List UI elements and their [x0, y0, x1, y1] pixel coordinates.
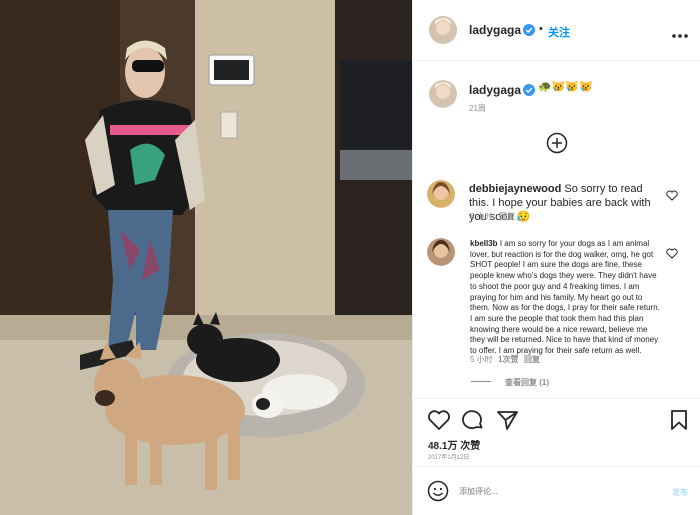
view-replies-button[interactable]: 查看回复 (1) — [505, 377, 549, 388]
comment-likes-count: 1次赞 — [498, 355, 519, 364]
comment-icon[interactable] — [461, 409, 485, 431]
author-username[interactable]: ladygaga — [469, 23, 521, 37]
add-comment-divider — [413, 466, 700, 467]
add-comment-input[interactable] — [459, 484, 649, 498]
more-options-icon[interactable] — [671, 26, 689, 38]
commenter-avatar[interactable] — [427, 180, 455, 208]
caption-text: 🐢😿😿😿 — [538, 81, 593, 93]
header-separator: • — [539, 23, 543, 35]
caption-username[interactable]: ladygaga — [469, 83, 521, 97]
share-icon[interactable] — [496, 409, 520, 431]
follow-button[interactable]: 关注 — [548, 24, 570, 40]
caption-time: 21周 — [469, 104, 486, 113]
post-photo[interactable] — [0, 0, 412, 515]
view-replies-line — [471, 381, 491, 382]
comment-reply-button[interactable]: 回复 — [499, 211, 515, 222]
comment-item: debbiejaynewood So sorry to read this. I… — [469, 182, 659, 224]
commenter-avatar[interactable] — [427, 238, 455, 266]
post-header: ladygaga • 关注 — [413, 0, 700, 61]
save-icon[interactable] — [669, 409, 689, 431]
comment-reply-button[interactable]: 回复 — [524, 354, 540, 365]
author-avatar-image — [429, 16, 457, 44]
caption-author-avatar[interactable] — [429, 80, 457, 108]
likes-count[interactable]: 48.1万 次赞 — [428, 437, 480, 452]
caption-avatar-image — [429, 80, 457, 108]
post-comment-button[interactable]: 发布 — [672, 487, 688, 498]
comment-time: 5 小时 — [470, 355, 493, 364]
caption-verified-badge-icon — [523, 83, 535, 96]
author-avatar[interactable] — [429, 16, 457, 44]
comment-like-icon[interactable] — [666, 246, 678, 259]
post-photo-illustration — [0, 0, 412, 515]
comment-time: 5 小时 — [470, 212, 493, 221]
commenter-avatar-image-1 — [427, 180, 455, 208]
emoji-icon[interactable] — [427, 480, 449, 502]
post-date: 2017年1月12日 — [428, 455, 470, 461]
actions-divider — [413, 398, 700, 399]
comment-item: kbell3b I am so sorry for your dogs as I… — [470, 239, 662, 357]
comment-username[interactable]: kbell3b — [470, 239, 498, 248]
like-icon[interactable] — [427, 409, 451, 431]
comment-like-icon[interactable] — [666, 188, 678, 201]
verified-badge-icon — [523, 23, 535, 36]
comment-text: I am so sorry for your dogs as I am anim… — [470, 239, 660, 356]
post-side-panel: ladygaga • 关注 ladygaga 🐢😿😿😿 21周 debbieja… — [412, 0, 700, 515]
load-more-comments-icon[interactable] — [546, 132, 568, 154]
comment-username[interactable]: debbiejaynewood — [469, 183, 561, 195]
commenter-avatar-image-2 — [427, 238, 455, 266]
